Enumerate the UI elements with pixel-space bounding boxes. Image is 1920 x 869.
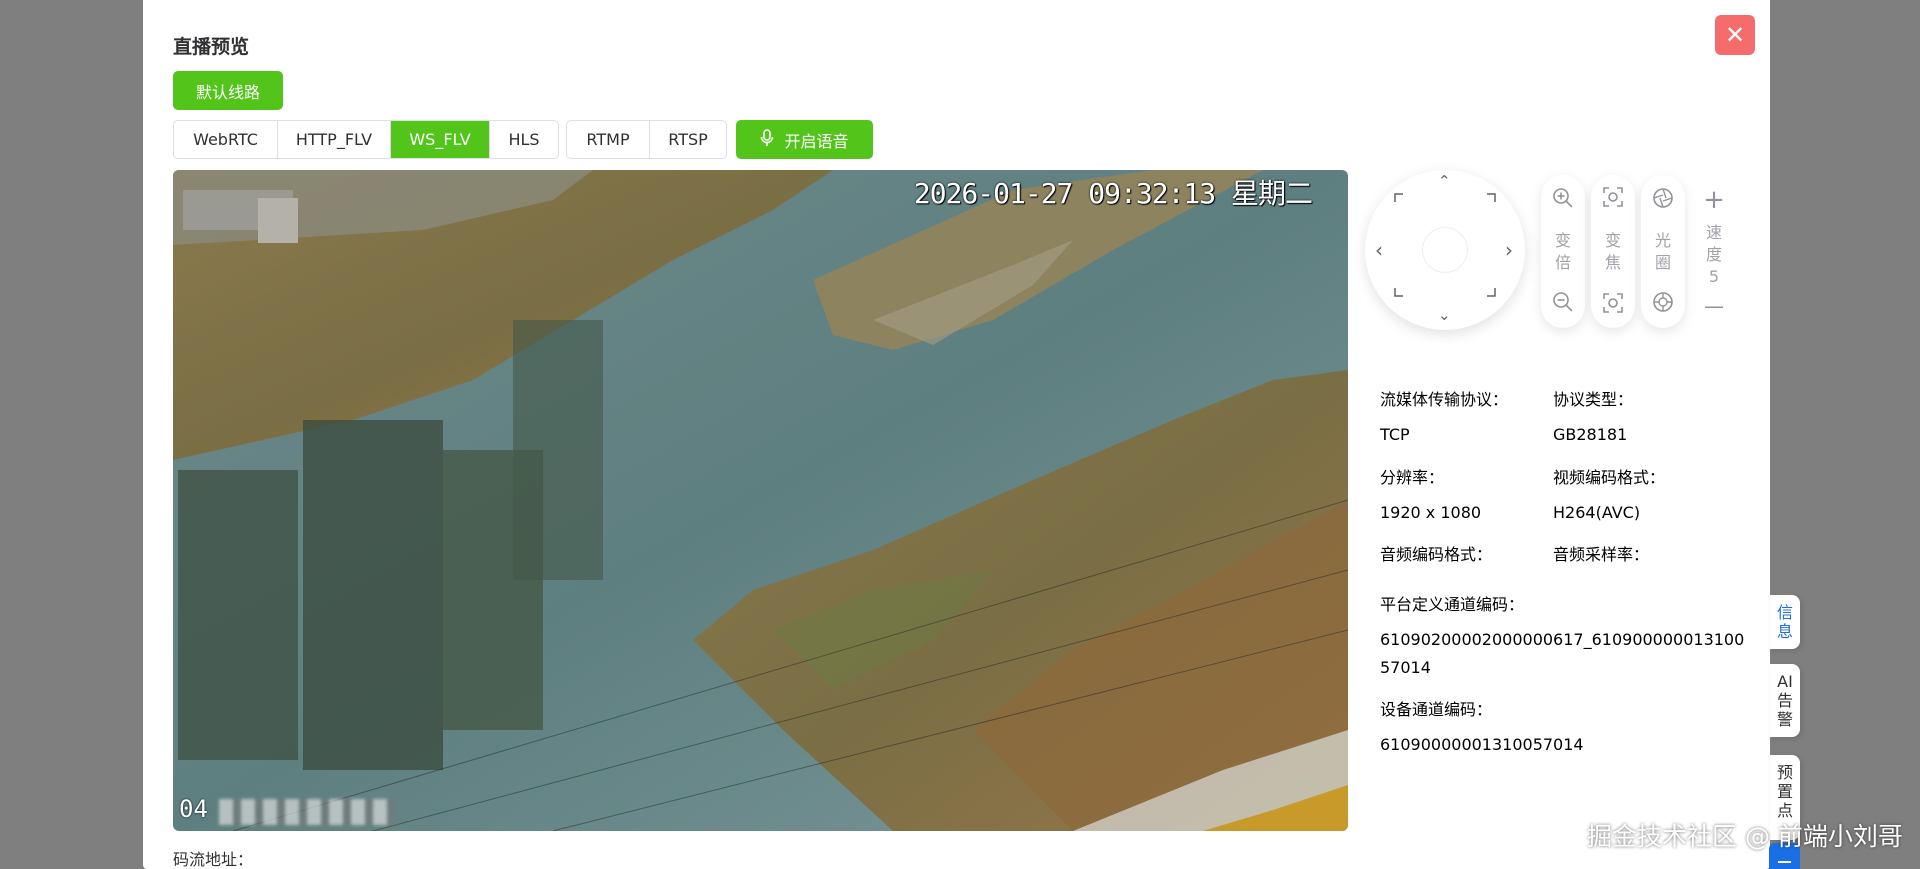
ptz-direction-pad[interactable]: ⌃ ⌄ ‹ › — [1365, 170, 1525, 330]
side-tab-preset-label: 预置点 — [1777, 763, 1794, 820]
protocol-type-label: 协议类型： — [1553, 390, 1634, 409]
video-codec-value: H264(AVC) — [1553, 503, 1641, 522]
resolution-value: 1920 x 1080 — [1380, 503, 1482, 522]
side-tab-ai-alarm-label: AI告警 — [1776, 672, 1793, 729]
iris-label: 光圈 — [1655, 230, 1672, 272]
stream-url-label: 码流地址： — [173, 850, 254, 869]
protocol-group-primary: WebRTC HTTP_FLV WS_FLV HLS — [173, 120, 559, 159]
aperture-close-icon[interactable] — [1652, 291, 1674, 316]
focus-near-icon[interactable] — [1603, 187, 1623, 210]
platform-channel-label: 平台定义通道编码： — [1380, 595, 1525, 614]
aperture-open-icon[interactable] — [1652, 187, 1674, 212]
side-tab-info-label: 信息 — [1777, 603, 1794, 641]
ptz-iris-control: 光圈 — [1641, 175, 1685, 328]
resolution-label: 分辨率： — [1380, 468, 1445, 487]
side-tab-ai-alarm[interactable]: AI告警 — [1770, 664, 1800, 737]
live-video-player[interactable]: 2026-01-27 09:32:13 星期二 04 — [173, 170, 1348, 831]
video-frame — [173, 170, 1348, 831]
video-codec-label: 视频编码格式： — [1553, 468, 1666, 487]
close-icon: ✕ — [1724, 21, 1746, 49]
speed-label: 速度 — [1706, 222, 1723, 264]
protocol-type-value: GB28181 — [1553, 425, 1628, 444]
protocol-rtmp-button[interactable]: RTMP — [567, 121, 650, 158]
watermark: 掘金技术社区 @ 前端小刘哥 — [1587, 822, 1903, 851]
zoom-in-icon[interactable] — [1552, 187, 1574, 212]
ptz-focus-control: 变焦 — [1591, 175, 1635, 328]
enable-voice-label: 开启语音 — [784, 131, 849, 151]
ptz-speed-control: + 速度 5 — — [1692, 175, 1736, 328]
side-tab-info[interactable]: 信息 — [1770, 595, 1800, 649]
zoom-label: 变倍 — [1555, 230, 1572, 272]
video-masked-label — [219, 799, 394, 825]
speed-group: 速度 5 — [1706, 222, 1722, 288]
ptz-diagonal-icons — [1394, 193, 1496, 297]
protocol-ws-flv-button[interactable]: WS_FLV — [391, 121, 490, 158]
speed-value: 5 — [1708, 266, 1720, 286]
transport-protocol-label: 流媒体传输协议： — [1380, 390, 1509, 409]
protocol-hls-button[interactable]: HLS — [490, 121, 558, 158]
video-channel-label: 04 — [179, 795, 208, 823]
speed-increase-icon[interactable]: + — [1703, 187, 1725, 213]
device-channel-value: 61090000001310057014 — [1380, 735, 1584, 754]
zoom-out-icon[interactable] — [1552, 291, 1574, 316]
focus-label: 变焦 — [1605, 230, 1622, 272]
minus-icon — [1778, 861, 1791, 863]
dialog-title: 直播预览 — [173, 36, 250, 58]
audio-codec-label: 音频编码格式： — [1380, 545, 1493, 564]
device-channel-label: 设备通道编码： — [1380, 700, 1493, 719]
microphone-icon — [760, 128, 774, 151]
protocol-rtsp-button[interactable]: RTSP — [650, 121, 726, 158]
focus-far-icon[interactable] — [1603, 293, 1623, 316]
speed-decrease-icon[interactable]: — — [1704, 296, 1724, 316]
video-timestamp: 2026-01-27 09:32:13 星期二 — [913, 177, 1313, 210]
enable-voice-button[interactable]: 开启语音 — [736, 120, 873, 159]
protocol-http-flv-button[interactable]: HTTP_FLV — [278, 121, 391, 158]
protocol-group-secondary: RTMP RTSP — [566, 120, 727, 159]
ptz-zoom-control: 变倍 — [1541, 175, 1585, 328]
transport-protocol-value: TCP — [1380, 425, 1410, 444]
default-route-button[interactable]: 默认线路 — [173, 71, 283, 110]
close-button[interactable]: ✕ — [1715, 15, 1755, 55]
protocol-webrtc-button[interactable]: WebRTC — [174, 121, 278, 158]
platform-channel-value-line1: 61090200002000000617_610900000013100 — [1380, 630, 1745, 649]
audio-sample-rate-label: 音频采样率： — [1553, 545, 1650, 564]
platform-channel-value-line2: 57014 — [1380, 658, 1431, 677]
